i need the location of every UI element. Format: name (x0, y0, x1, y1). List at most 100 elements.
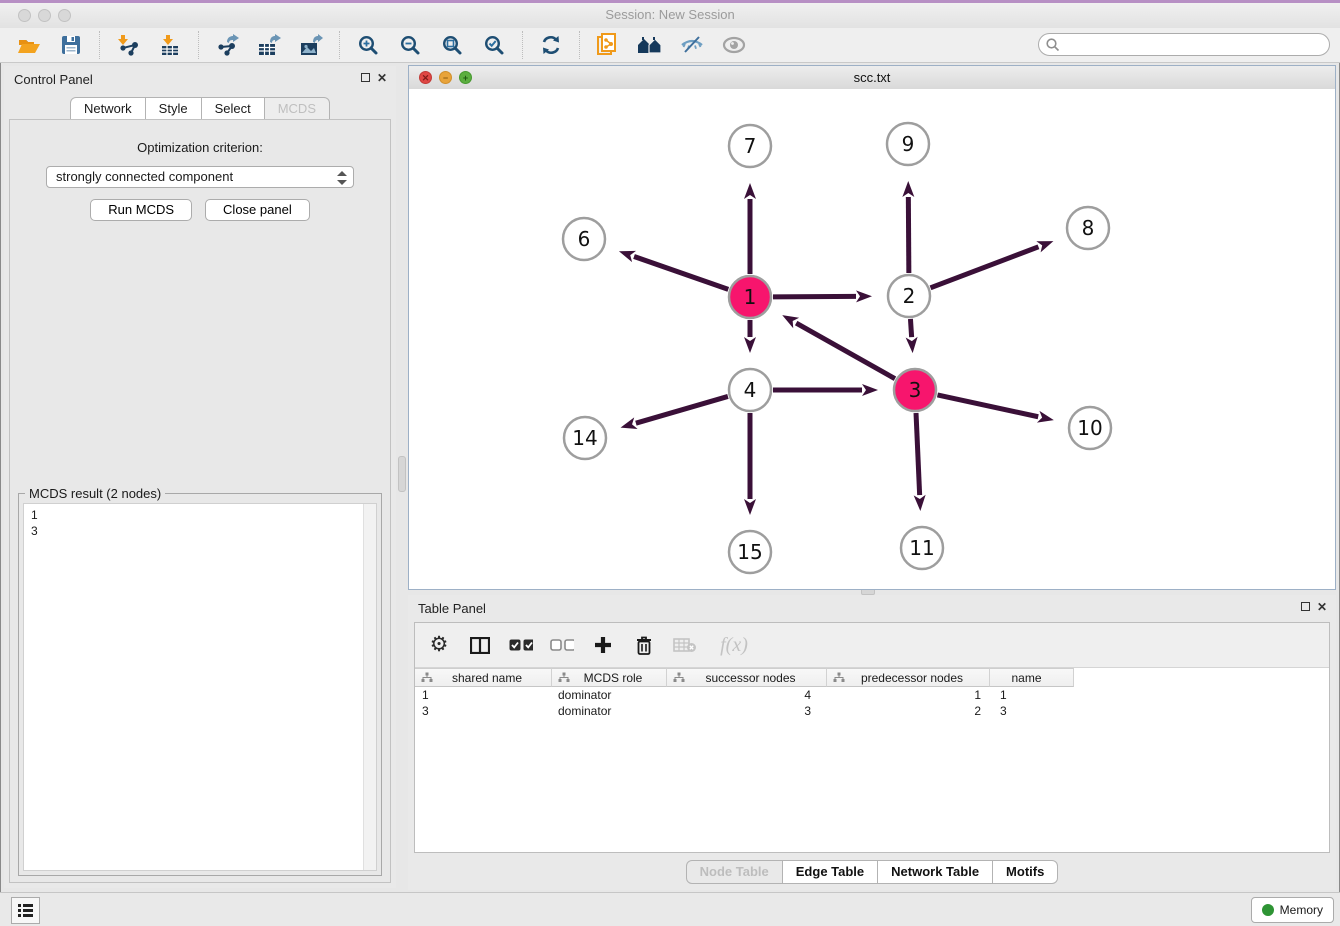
show-all-button[interactable] (716, 30, 752, 60)
search-input[interactable] (1038, 33, 1330, 56)
zoom-fit-button[interactable] (434, 30, 470, 60)
close-panel-icon[interactable]: ✕ (377, 72, 387, 84)
import-table-button[interactable] (152, 30, 188, 60)
export-table-button[interactable] (251, 30, 287, 60)
graph-edge-4-14[interactable] (636, 396, 728, 423)
vertical-splitter-grip[interactable] (398, 456, 406, 492)
column-header-successor-nodes[interactable]: successor nodes (667, 668, 827, 687)
graph-node-label-8: 8 (1082, 216, 1095, 240)
column-header-name[interactable]: name (990, 668, 1074, 687)
float-table-panel-icon[interactable] (1301, 601, 1310, 613)
split-panel-icon (470, 637, 490, 654)
graph-edge-3-11[interactable] (916, 413, 920, 495)
hide-selected-button[interactable] (674, 30, 710, 60)
control-panel-tabs: Network Style Select MCDS (4, 97, 396, 120)
node-table-body: ⚙ (414, 622, 1330, 853)
network-graph[interactable]: 1234678910111415 (409, 89, 1335, 589)
network-from-selection-button[interactable] (590, 30, 626, 60)
export-image-icon (299, 34, 323, 56)
houses-icon (637, 35, 663, 55)
tab-network[interactable]: Network (70, 97, 146, 120)
app-titlebar: Session: New Session (0, 3, 1340, 29)
save-session-button[interactable] (53, 30, 89, 60)
tab-style[interactable]: Style (146, 97, 202, 120)
import-network-button[interactable] (110, 30, 146, 60)
import-network-icon (117, 34, 139, 56)
export-network-button[interactable] (209, 30, 245, 60)
graph-edge-1-2[interactable] (773, 296, 856, 297)
graph-node-label-6: 6 (578, 227, 591, 251)
application-window: Session: New Session (0, 0, 1340, 926)
save-floppy-icon (61, 35, 81, 55)
column-header-mcds-role[interactable]: MCDS role (552, 668, 667, 687)
export-image-button[interactable] (293, 30, 329, 60)
refresh-button[interactable] (533, 30, 569, 60)
zoom-selected-button[interactable] (476, 30, 512, 60)
tab-edge-table[interactable]: Edge Table (783, 860, 878, 884)
graph-edge-2-9[interactable] (908, 197, 909, 273)
memory-label: Memory (1280, 903, 1323, 917)
toolbar-separator (339, 31, 340, 59)
graph-node-label-1: 1 (744, 285, 757, 309)
function-builder-button-disabled: f(x) (714, 632, 754, 658)
result-line: 3 (31, 523, 376, 539)
table-panel: Table Panel ✕ ⚙ (408, 595, 1336, 890)
criterion-select[interactable]: strongly connected component (46, 166, 354, 188)
float-panel-icon[interactable] (361, 72, 370, 84)
table-panel-tabs: Node Table Edge Table Network Table Moti… (408, 860, 1336, 884)
toolbar-separator (99, 31, 100, 59)
delete-table-icon (673, 637, 697, 653)
import-table-icon (159, 34, 181, 56)
search-icon (1046, 38, 1060, 52)
export-table-icon (257, 34, 281, 56)
zoom-out-button[interactable] (392, 30, 428, 60)
tab-motifs[interactable]: Motifs (993, 860, 1058, 884)
graph-edge-1-6[interactable] (634, 256, 728, 289)
select-stepper-icon (337, 170, 347, 186)
tab-network-table[interactable]: Network Table (878, 860, 993, 884)
close-panel-button[interactable]: Close panel (205, 199, 310, 221)
tab-select[interactable]: Select (202, 97, 265, 120)
column-header-shared-name[interactable]: shared name (415, 668, 552, 687)
delete-table-button-disabled (673, 632, 697, 658)
main-toolbar (0, 28, 1340, 63)
graph-node-label-14: 14 (572, 426, 597, 450)
tab-mcds[interactable]: MCDS (265, 97, 330, 120)
select-all-button[interactable] (509, 632, 533, 658)
optimization-criterion-label: Optimization criterion: (10, 140, 390, 155)
home-button[interactable] (632, 30, 668, 60)
task-history-button[interactable] (11, 897, 40, 924)
result-scrollbar[interactable] (363, 504, 376, 870)
graph-edge-3-1[interactable] (796, 323, 895, 379)
network-canvas[interactable]: 1234678910111415 (409, 89, 1335, 589)
zoom-in-button[interactable] (350, 30, 386, 60)
run-mcds-button[interactable]: Run MCDS (90, 199, 192, 221)
memory-button[interactable]: Memory (1251, 897, 1334, 923)
graph-edge-2-3[interactable] (910, 319, 911, 337)
add-column-button[interactable] (591, 632, 615, 658)
table-row[interactable]: 1 dominator 4 1 1 (415, 687, 1329, 703)
table-panel-title: Table Panel (418, 601, 486, 616)
open-session-button[interactable] (11, 30, 47, 60)
graph-edge-3-10[interactable] (937, 395, 1038, 417)
graph-node-label-7: 7 (744, 134, 757, 158)
network-from-selection-icon (597, 33, 619, 57)
table-settings-button[interactable]: ⚙ (427, 632, 451, 658)
deselect-all-button[interactable] (550, 632, 574, 658)
criterion-value: strongly connected component (56, 169, 233, 184)
graph-node-label-3: 3 (909, 378, 922, 402)
graph-edge-2-8[interactable] (931, 247, 1039, 288)
column-header-predecessor-nodes[interactable]: predecessor nodes (827, 668, 990, 687)
graph-node-label-4: 4 (744, 378, 757, 402)
delete-column-button[interactable] (632, 632, 656, 658)
status-bar: Memory (0, 892, 1340, 926)
tab-node-table[interactable]: Node Table (686, 860, 783, 884)
toggle-panel-layout-button[interactable] (468, 632, 492, 658)
list-icon (18, 904, 33, 917)
mcds-panel: Optimization criterion: strongly connect… (9, 119, 391, 883)
mcds-result-text[interactable]: 1 3 (23, 503, 377, 871)
export-network-icon (215, 34, 239, 56)
table-toolbar: ⚙ (415, 623, 1329, 668)
table-row[interactable]: 3 dominator 3 2 3 (415, 703, 1329, 719)
close-table-panel-icon[interactable]: ✕ (1317, 601, 1327, 613)
